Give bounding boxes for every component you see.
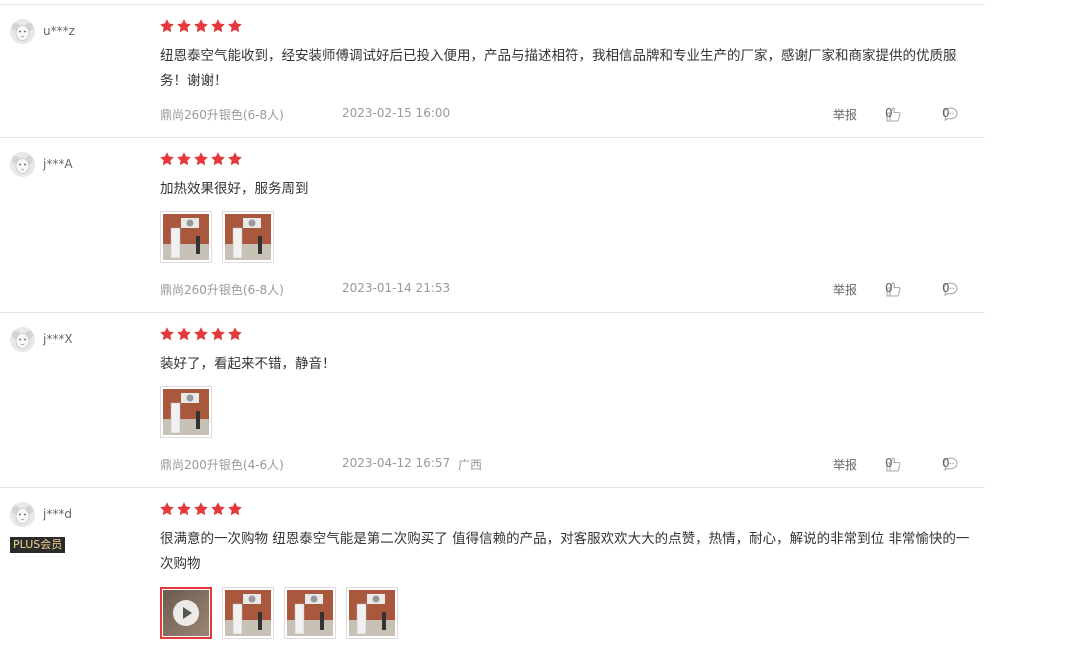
- star-icon: [211, 19, 225, 33]
- star-icon: [194, 502, 208, 516]
- avatar-icon: [10, 327, 35, 352]
- star-icon: [177, 152, 191, 166]
- photo-list: [160, 386, 212, 438]
- photo-image: [225, 214, 271, 260]
- report-link[interactable]: 举报: [833, 281, 857, 298]
- star-icon: [160, 502, 174, 516]
- star-icon: [160, 19, 174, 33]
- photo-image: [225, 590, 271, 636]
- star-icon: [228, 152, 242, 166]
- review-date: 2023-02-15 16:00: [342, 106, 451, 120]
- plus-member-badge: PLUS会员: [10, 537, 66, 553]
- star-icon: [211, 502, 225, 516]
- comment-count: 0: [942, 106, 950, 120]
- play-icon: [173, 600, 199, 626]
- comment-count: 0: [942, 281, 950, 295]
- review-item: j***d PLUS会员 很满意的一次购物 纽恩泰空气能是第二次购买了 值得信赖…: [0, 488, 985, 655]
- review-text: 加热效果很好，服务周到: [160, 181, 309, 197]
- photo-image: [163, 214, 209, 260]
- star-icon: [194, 327, 208, 341]
- review-text: 纽恩泰空气能收到，经安装师傅调试好后已投入便用，产品与描述相符，我相信品牌和专业…: [160, 48, 957, 89]
- report-link[interactable]: 举报: [833, 456, 857, 473]
- review-photo-thumb[interactable]: [222, 211, 274, 263]
- photo-list: [160, 587, 398, 639]
- star-icon: [177, 502, 191, 516]
- review-photo-thumb[interactable]: [222, 587, 274, 639]
- photo-list: [160, 211, 274, 263]
- avatar[interactable]: [10, 502, 35, 527]
- star-rating: [159, 326, 243, 342]
- star-rating: [159, 151, 243, 167]
- review-text: 装好了，看起来不错，静音！: [160, 356, 336, 372]
- star-icon: [211, 152, 225, 166]
- star-icon: [177, 327, 191, 341]
- username: u***z: [43, 24, 75, 38]
- star-rating: [159, 18, 243, 34]
- username: j***X: [43, 332, 73, 346]
- star-icon: [160, 327, 174, 341]
- product-spec: 鼎尚260升银色(6-8人): [160, 108, 284, 122]
- photo-image: [349, 590, 395, 636]
- like-count: 0: [885, 281, 893, 295]
- review-video-thumb[interactable]: [160, 587, 212, 639]
- avatar-icon: [10, 152, 35, 177]
- review-photo-thumb[interactable]: [160, 211, 212, 263]
- review-item: u***z 纽恩泰空气能收到，经安装师傅调试好后已投入便用，产品与描述相符，我相…: [0, 5, 985, 138]
- review-item: j***X 装好了，看起来不错，静音！ 鼎尚200升银色(4-6人) 2023-…: [0, 313, 985, 488]
- review-item: j***A 加热效果很好，服务周到 鼎尚260升银色(6-8人) 2023-01…: [0, 138, 985, 313]
- review-photo-thumb[interactable]: [284, 587, 336, 639]
- like-count: 0: [885, 106, 893, 120]
- user-region: 广西: [458, 458, 483, 472]
- star-rating: [159, 501, 243, 517]
- avatar[interactable]: [10, 152, 35, 177]
- photo-image: [287, 590, 333, 636]
- star-icon: [228, 502, 242, 516]
- star-icon: [228, 327, 242, 341]
- star-icon: [211, 327, 225, 341]
- like-count: 0: [885, 456, 893, 470]
- report-link[interactable]: 举报: [833, 106, 857, 123]
- star-icon: [160, 152, 174, 166]
- star-icon: [177, 19, 191, 33]
- review-photo-thumb[interactable]: [160, 386, 212, 438]
- username: j***A: [43, 157, 73, 171]
- product-spec: 鼎尚200升银色(4-6人): [160, 458, 284, 472]
- star-icon: [194, 152, 208, 166]
- avatar[interactable]: [10, 19, 35, 44]
- star-icon: [194, 19, 208, 33]
- photo-image: [163, 389, 209, 435]
- avatar-icon: [10, 19, 35, 44]
- avatar-icon: [10, 502, 35, 527]
- product-spec: 鼎尚260升银色(6-8人): [160, 283, 284, 297]
- review-text: 很满意的一次购物 纽恩泰空气能是第二次购买了 值得信赖的产品，对客服欢欢大大的点…: [160, 531, 970, 572]
- review-photo-thumb[interactable]: [346, 587, 398, 639]
- review-date: 2023-04-12 16:57: [342, 456, 451, 470]
- username: j***d: [43, 507, 72, 521]
- review-date: 2023-01-14 21:53: [342, 281, 451, 295]
- star-icon: [228, 19, 242, 33]
- avatar[interactable]: [10, 327, 35, 352]
- comment-count: 0: [942, 456, 950, 470]
- video-image: [163, 590, 209, 636]
